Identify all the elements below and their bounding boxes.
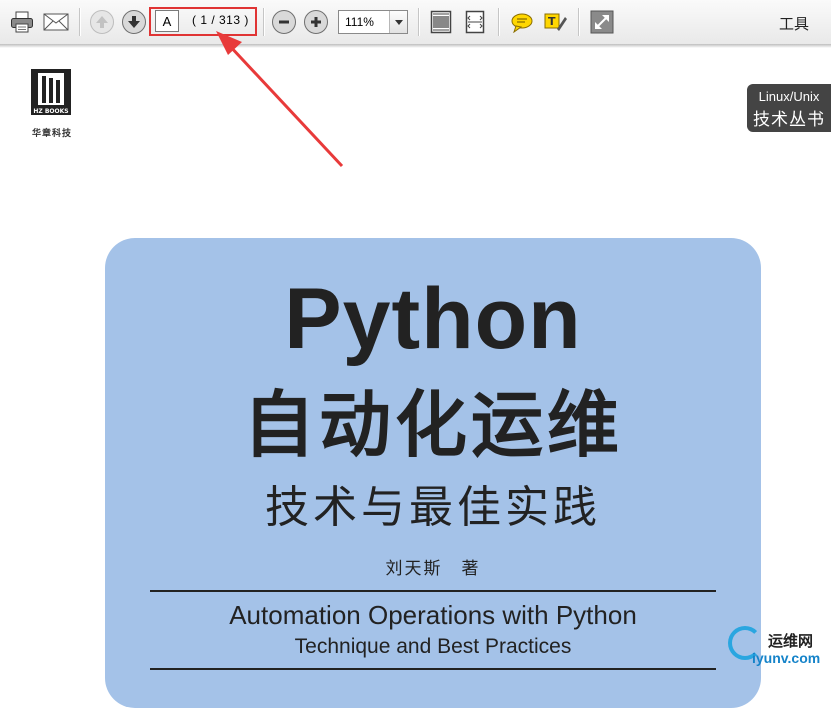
annotation-arrow [216,31,344,168]
watermark-name: 运维网 [768,633,814,650]
watermark-domain: iyunv.com [752,650,821,666]
